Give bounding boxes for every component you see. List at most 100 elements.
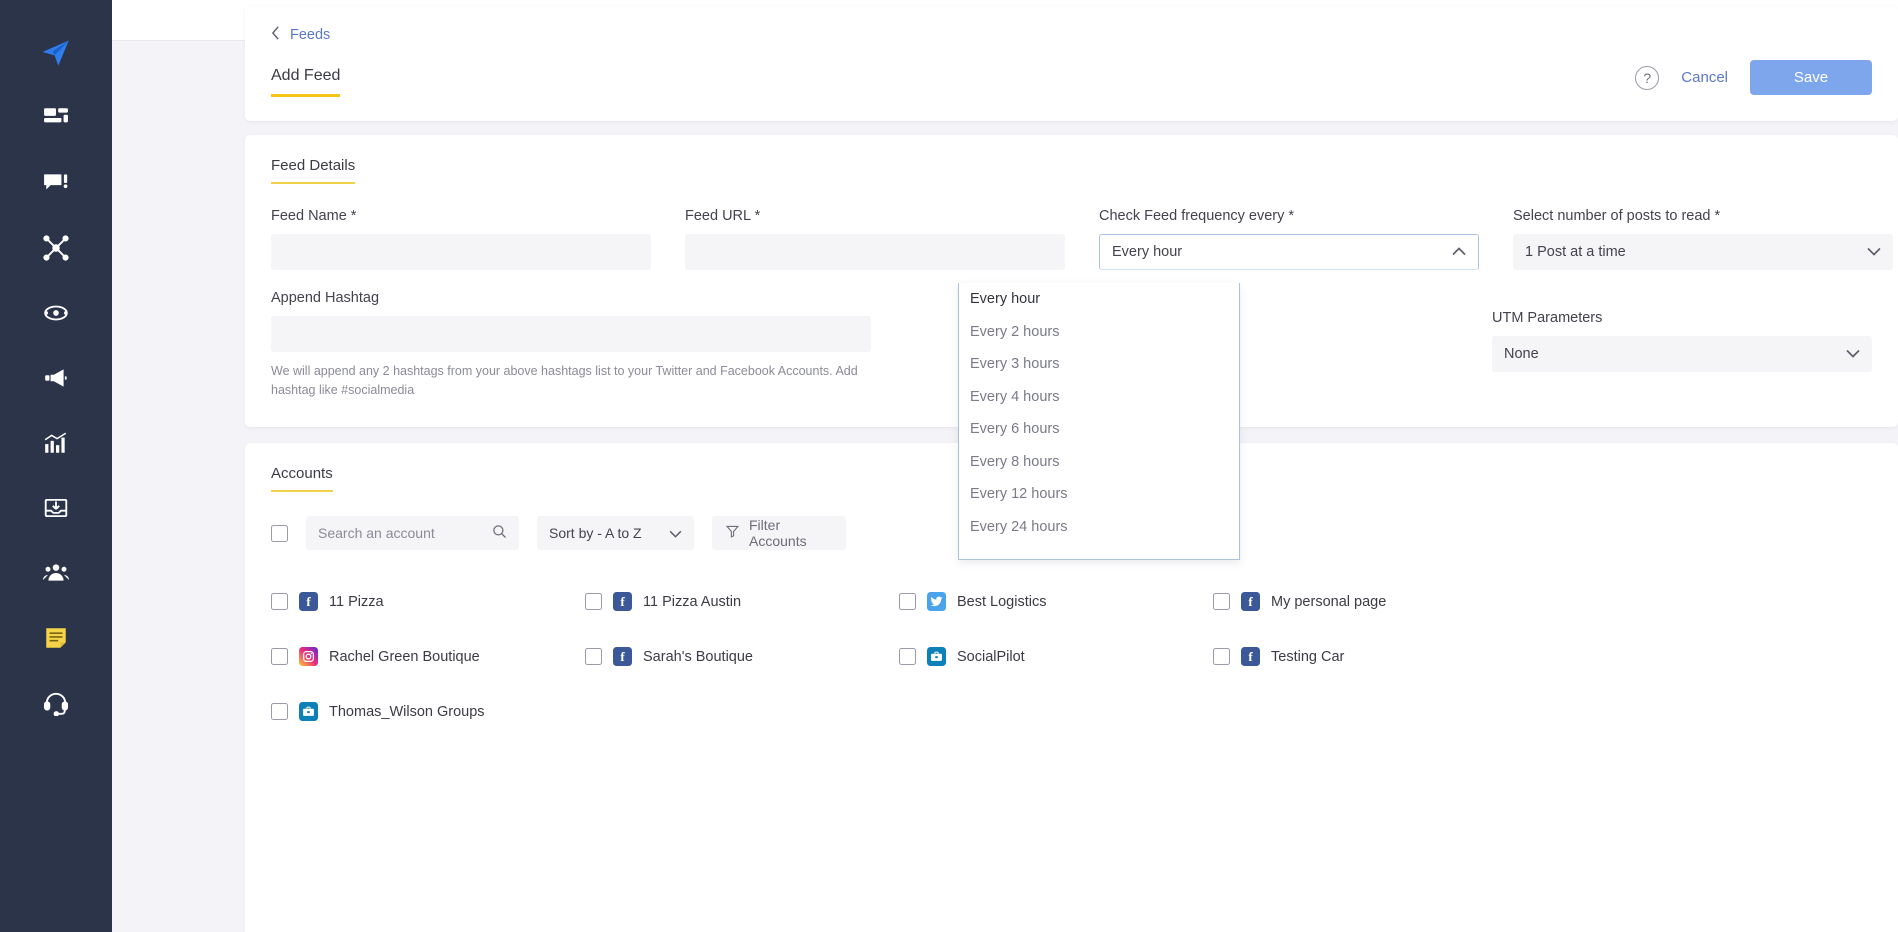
field-feed-name: Feed Name * [271, 208, 651, 270]
frequency-option[interactable]: Every 12 hours [959, 478, 1239, 511]
chevron-down-icon [669, 525, 682, 541]
account-name: 11 Pizza Austin [643, 593, 742, 610]
sidebar-item-downloads[interactable] [0, 475, 112, 540]
facebook-icon: f [613, 592, 632, 611]
feed-url-label: Feed URL * [685, 208, 1065, 224]
sidebar-item-campaigns[interactable] [0, 345, 112, 410]
account-list-item[interactable]: f Testing Car [1213, 629, 1527, 684]
frequency-option[interactable]: Every 24 hours [959, 511, 1239, 544]
sidebar-item-inbox[interactable] [0, 150, 112, 215]
sidebar-item-discovery[interactable] [0, 280, 112, 345]
download-tray-icon [43, 495, 69, 521]
account-name: 11 Pizza [329, 593, 384, 610]
search-placeholder-text: Search an account [318, 525, 435, 541]
select-all-checkbox[interactable] [271, 524, 288, 542]
account-checkbox[interactable] [899, 648, 916, 665]
account-list-item[interactable]: f 11 Pizza Austin [585, 574, 899, 629]
account-checkbox[interactable] [1213, 593, 1230, 610]
frequency-option[interactable]: Every 8 hours [959, 446, 1239, 479]
chevron-left-icon [271, 26, 280, 44]
header-actions: ? Cancel Save [1635, 60, 1872, 97]
frequency-option[interactable]: Every 6 hours [959, 413, 1239, 446]
frequency-required-mark: * [1288, 208, 1295, 224]
filter-label: Filter Accounts [749, 517, 807, 549]
filter-accounts-button[interactable]: Filter Accounts [712, 516, 846, 550]
help-icon[interactable]: ? [1635, 65, 1660, 90]
network-nodes-icon [43, 234, 69, 261]
facebook-icon: f [1241, 647, 1260, 666]
tab-accounts[interactable]: Accounts [271, 465, 333, 492]
save-button[interactable]: Save [1750, 60, 1872, 95]
search-account-field[interactable]: Search an account [306, 516, 519, 550]
main-sidebar [0, 0, 112, 932]
sidebar-item-support[interactable] [0, 670, 112, 735]
account-name: Thomas_Wilson Groups [329, 703, 485, 720]
account-checkbox[interactable] [585, 648, 602, 665]
empty-cell [1213, 684, 1527, 739]
account-checkbox[interactable] [1213, 648, 1230, 665]
account-name: Sarah's Boutique [643, 648, 753, 665]
posts-to-read-label: Select number of posts to read * [1513, 208, 1893, 224]
frequency-option[interactable]: Every 2 hours [959, 316, 1239, 349]
chevron-up-icon [1452, 244, 1466, 260]
account-list-item[interactable]: Thomas_Wilson Groups [271, 684, 585, 739]
account-checkbox[interactable] [899, 593, 916, 610]
feed-name-label: Feed Name * [271, 208, 651, 224]
frequency-selected-value: Every hour [1112, 244, 1183, 260]
accounts-grid: f 11 Pizza f 11 Pizza Austin Best Logistics f… [271, 574, 1872, 739]
app-root: Create Post [0, 0, 1898, 932]
feed-url-input[interactable] [685, 234, 1065, 270]
account-list-item[interactable]: SocialPilot [899, 629, 1213, 684]
field-feed-url: Feed URL * [685, 208, 1065, 270]
utm-select[interactable]: None [1492, 336, 1872, 372]
tab-feed-details[interactable]: Feed Details [271, 157, 356, 184]
frequency-select[interactable]: Every hour [1099, 234, 1479, 270]
field-append-hashtag: Append Hashtag We will append any 2 hash… [271, 290, 871, 400]
frequency-dropdown-list[interactable]: Every hour Every 2 hours Every 3 hours Ever… [958, 283, 1240, 560]
cancel-button[interactable]: Cancel [1681, 69, 1728, 86]
orbit-icon [43, 300, 69, 326]
frequency-option[interactable]: Every hour [959, 283, 1239, 316]
sidebar-item-team[interactable] [0, 540, 112, 605]
sidebar-item-logo[interactable] [0, 20, 112, 85]
chevron-down-icon [1846, 346, 1860, 362]
account-list-item[interactable]: f My personal page [1213, 574, 1527, 629]
feed-url-label-text: Feed URL [685, 208, 751, 224]
instagram-icon [299, 647, 318, 666]
sidebar-item-content[interactable] [0, 215, 112, 280]
posts-to-read-value: 1 Post at a time [1525, 244, 1626, 260]
account-list-item[interactable]: Rachel Green Boutique [271, 629, 585, 684]
main-area: Create Post [112, 0, 1898, 932]
frequency-label-text: Check Feed frequency every [1099, 208, 1285, 224]
breadcrumb-feeds[interactable]: Feeds [271, 26, 330, 44]
frequency-option[interactable]: Every 3 hours [959, 348, 1239, 381]
linkedin-icon [927, 647, 946, 666]
posts-to-read-select[interactable]: 1 Post at a time [1513, 234, 1893, 270]
bar-chart-icon [43, 430, 69, 456]
page-title: Add Feed [271, 67, 341, 97]
empty-cell [899, 684, 1213, 739]
facebook-icon: f [299, 592, 318, 611]
chat-bubble-icon [43, 170, 69, 196]
sidebar-item-feeds[interactable] [0, 605, 112, 670]
account-name: My personal page [1271, 593, 1387, 610]
account-checkbox[interactable] [271, 703, 288, 720]
posts-to-read-label-text: Select number of posts to read [1513, 208, 1711, 224]
sidebar-item-analytics[interactable] [0, 410, 112, 475]
account-list-item[interactable]: f Sarah's Boutique [585, 629, 899, 684]
search-icon [492, 524, 507, 542]
sidebar-item-dashboard[interactable] [0, 85, 112, 150]
account-checkbox[interactable] [271, 648, 288, 665]
account-checkbox[interactable] [271, 593, 288, 610]
sort-by-select[interactable]: Sort by - A to Z [537, 516, 694, 550]
account-name: SocialPilot [957, 648, 1025, 665]
breadcrumb-label: Feeds [290, 27, 331, 43]
account-list-item[interactable]: f 11 Pizza [271, 574, 585, 629]
megaphone-icon [43, 365, 69, 391]
append-hashtag-input[interactable] [271, 316, 871, 352]
account-checkbox[interactable] [585, 593, 602, 610]
dashboard-icon [43, 105, 69, 131]
frequency-option[interactable]: Every 4 hours [959, 381, 1239, 414]
feed-name-input[interactable] [271, 234, 651, 270]
account-list-item[interactable]: Best Logistics [899, 574, 1213, 629]
